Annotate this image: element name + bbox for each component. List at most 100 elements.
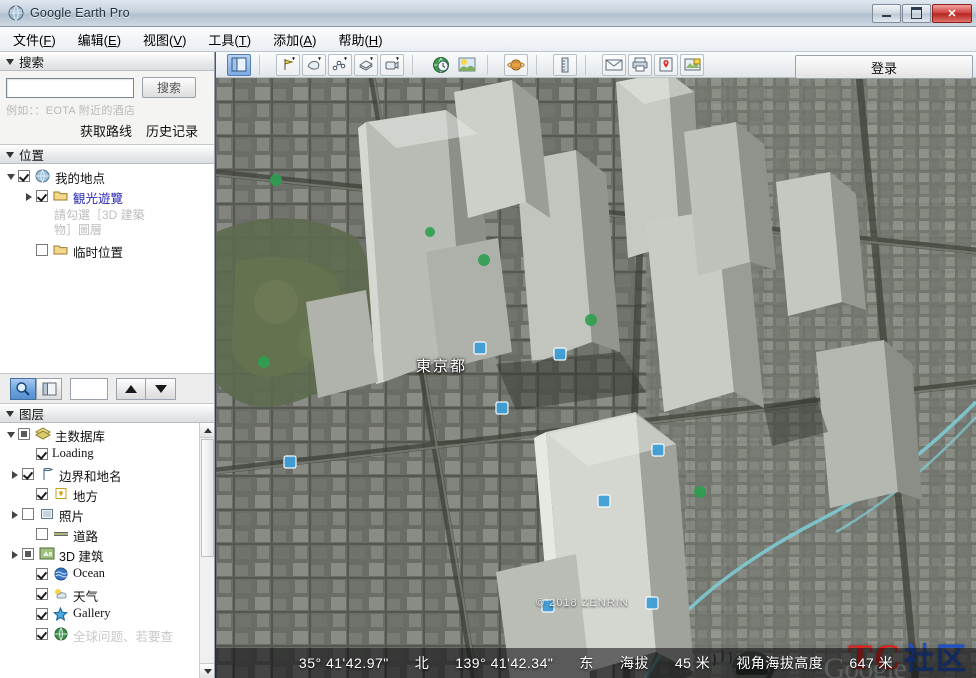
globe-issues-icon xyxy=(52,626,69,641)
layers-item-places[interactable]: 地方 xyxy=(0,486,214,506)
layers-item-label: 天气 xyxy=(73,590,99,604)
places-item-note: 請勾選［3D 建築 物］圖層 xyxy=(54,208,145,237)
layers-checkbox[interactable] xyxy=(22,468,34,480)
sunlight-icon[interactable] xyxy=(455,54,479,76)
layers-item-weather[interactable]: 天气 xyxy=(0,586,214,606)
menu-view[interactable]: 视图(V) xyxy=(134,27,195,52)
add-polygon-icon[interactable] xyxy=(302,53,326,76)
expand-toggle[interactable] xyxy=(22,188,36,206)
chevron-down-icon[interactable] xyxy=(6,151,14,158)
search-links: 获取路线 历史记录 xyxy=(6,121,208,140)
add-image-overlay-icon[interactable] xyxy=(354,53,378,76)
chevron-down-icon[interactable] xyxy=(6,410,14,417)
expand-toggle-placeholder xyxy=(22,586,36,604)
print-icon[interactable] xyxy=(628,53,652,76)
toggle-sidebar-icon[interactable] xyxy=(227,53,251,76)
layers-checkbox[interactable] xyxy=(18,428,30,440)
maximize-button[interactable] xyxy=(902,3,931,23)
menu-file[interactable]: 文件(F) xyxy=(4,27,65,52)
layers-checkbox[interactable] xyxy=(36,628,48,640)
layers-item-ocean[interactable]: Ocean xyxy=(0,566,214,586)
layers-item-gallery[interactable]: Gallery xyxy=(0,606,214,626)
layers-item-borders-labels[interactable]: 边界和地名 xyxy=(0,466,214,486)
expand-toggle-placeholder xyxy=(22,486,36,504)
layers-checkbox[interactable] xyxy=(36,448,48,460)
get-directions-link[interactable]: 获取路线 xyxy=(80,121,132,140)
close-button[interactable]: ✕ xyxy=(932,3,972,23)
minimize-button[interactable] xyxy=(872,3,901,23)
places-item-my-places[interactable]: 我的地点 xyxy=(0,168,214,188)
layers-item-roads[interactable]: 道路 xyxy=(0,526,214,546)
add-placemark-icon[interactable] xyxy=(276,53,300,76)
satellite-imagery xyxy=(216,52,976,678)
status-elevation-value: 45 米 xyxy=(674,655,711,671)
layers-checkbox[interactable] xyxy=(36,488,48,500)
places-filter-input[interactable] xyxy=(70,377,108,400)
status-latitude-direction: 北 xyxy=(414,655,430,671)
layers-item-primary-database[interactable]: 主数据库 xyxy=(0,426,214,446)
menu-tools[interactable]: 工具(T) xyxy=(199,27,260,52)
places-panel-title: 位置 xyxy=(19,149,45,163)
layers-checkbox[interactable] xyxy=(36,588,48,600)
search-button[interactable]: 搜索 xyxy=(142,77,196,98)
planets-icon[interactable] xyxy=(504,53,528,76)
layers-checkbox[interactable] xyxy=(36,568,48,580)
menu-add[interactable]: 添加(A) xyxy=(264,27,325,52)
email-icon[interactable] xyxy=(602,53,626,76)
historical-imagery-icon[interactable] xyxy=(429,54,453,76)
places-item-temporary[interactable]: 临时位置 xyxy=(0,242,214,262)
expand-toggle-placeholder xyxy=(22,526,36,544)
scroll-thumb[interactable] xyxy=(201,439,214,557)
scroll-down-button[interactable] xyxy=(200,663,214,678)
chevron-down-icon[interactable] xyxy=(6,58,14,65)
search-panel-header[interactable]: 搜索 xyxy=(0,52,214,71)
places-icon xyxy=(52,486,69,501)
layers-checkbox[interactable] xyxy=(36,528,48,540)
record-tour-icon[interactable] xyxy=(380,53,404,76)
places-checkbox[interactable] xyxy=(36,244,48,256)
expand-toggle[interactable] xyxy=(4,168,18,186)
sign-in-button[interactable]: 登录 xyxy=(795,55,973,79)
menu-edit[interactable]: 编辑(E) xyxy=(69,27,130,52)
toolbar-group-create xyxy=(273,53,407,76)
expand-toggle[interactable] xyxy=(8,466,22,484)
menu-view-accel: V xyxy=(173,32,183,48)
expand-toggle[interactable] xyxy=(8,506,22,524)
move-down-button[interactable] xyxy=(146,377,176,400)
status-elevation-label: 海拔 xyxy=(619,655,649,671)
ruler-icon[interactable] xyxy=(553,53,577,76)
add-path-icon[interactable] xyxy=(328,53,352,76)
panel-icon[interactable] xyxy=(36,377,62,400)
menu-view-label: 视图 xyxy=(143,32,170,48)
layers-checkbox[interactable] xyxy=(22,548,34,560)
toolbar-group-time xyxy=(426,54,482,76)
layers-item-loading[interactable]: Loading xyxy=(0,446,214,466)
layers-scrollbar[interactable] xyxy=(199,423,214,678)
buildings-icon xyxy=(38,546,55,561)
save-image-icon[interactable] xyxy=(680,53,704,76)
places-panel-header[interactable]: 位置 xyxy=(0,145,214,164)
move-up-button[interactable] xyxy=(116,377,146,400)
scroll-up-button[interactable] xyxy=(200,423,214,438)
magnifier-icon[interactable] xyxy=(10,377,36,400)
places-checkbox[interactable] xyxy=(18,170,30,182)
places-item-tour[interactable]: 観光遊覽 xyxy=(0,188,214,208)
view-in-maps-icon[interactable] xyxy=(654,53,678,76)
layers-panel-header[interactable]: 图层 xyxy=(0,404,214,423)
places-checkbox[interactable] xyxy=(36,190,48,202)
layers-item-photos[interactable]: 照片 xyxy=(0,506,214,526)
history-link[interactable]: 历史记录 xyxy=(146,121,198,140)
search-input[interactable] xyxy=(6,77,134,98)
search-hint-text: 例如：：EOTA 附近的酒店 xyxy=(6,105,136,117)
layers-item-3d-buildings[interactable]: 3D 建筑 xyxy=(0,546,214,566)
globe-icon xyxy=(34,168,51,183)
search-panel-body: 搜索 例如：：EOTA 附近的酒店 获取路线 历史记录 xyxy=(0,71,214,145)
expand-toggle[interactable] xyxy=(4,426,18,444)
menu-help[interactable]: 帮助(H) xyxy=(329,27,391,52)
places-item-label: 临时位置 xyxy=(73,246,124,260)
layers-checkbox[interactable] xyxy=(22,508,34,520)
layers-checkbox[interactable] xyxy=(36,608,48,620)
layers-item-global-awareness[interactable]: 全球问题、若要查 xyxy=(0,626,214,646)
expand-toggle[interactable] xyxy=(8,546,22,564)
map-viewport[interactable]: 東京都 © 2018 ZENRIN Google TC 社区 www.tcsqw… xyxy=(216,52,976,678)
